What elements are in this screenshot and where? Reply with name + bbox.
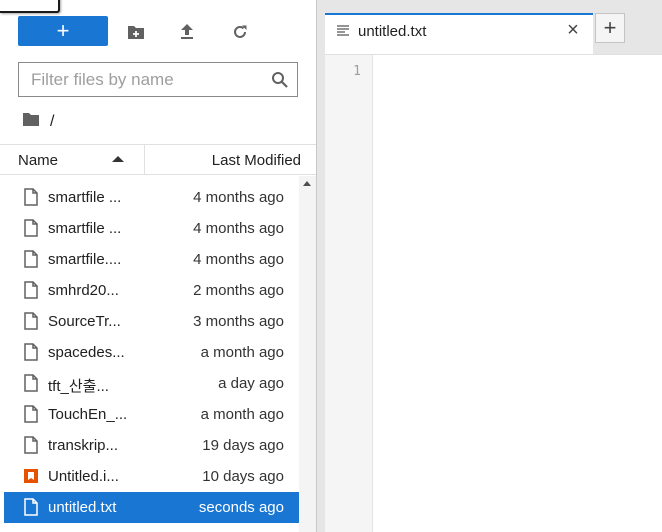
file-row[interactable]: smartfile ... 4 months ago bbox=[4, 213, 299, 244]
breadcrumb-root[interactable]: / bbox=[50, 113, 54, 131]
file-list-header: Name Last Modified bbox=[0, 144, 316, 175]
scroll-up-arrow-icon[interactable] bbox=[303, 181, 311, 186]
file-row[interactable]: tft_산출... a day ago bbox=[4, 368, 299, 399]
file-modified: 19 days ago bbox=[202, 437, 284, 454]
file-name: SourceTr... bbox=[48, 313, 121, 330]
tab-untitled-txt[interactable]: untitled.txt × bbox=[325, 13, 593, 54]
file-name: tft_산출... bbox=[48, 378, 109, 395]
file-name: smartfile.... bbox=[48, 251, 122, 268]
file-icon bbox=[22, 498, 40, 516]
notebook-icon bbox=[22, 467, 40, 485]
column-header-name[interactable]: Name bbox=[0, 145, 145, 174]
refresh-icon[interactable] bbox=[230, 22, 250, 42]
file-icon bbox=[22, 219, 40, 237]
filter-files-input[interactable] bbox=[19, 63, 259, 96]
file-name: transkrip... bbox=[48, 437, 119, 454]
upload-icon[interactable] bbox=[177, 22, 197, 42]
file-row[interactable]: smartfile.... 4 months ago bbox=[4, 244, 299, 275]
file-modified: a day ago bbox=[218, 375, 284, 392]
file-row[interactable]: Untitled.i... 10 days ago bbox=[4, 461, 299, 492]
file-icon bbox=[22, 405, 40, 423]
new-launcher-button[interactable]: + bbox=[18, 16, 108, 46]
file-row[interactable]: TouchEn_... a month ago bbox=[4, 399, 299, 430]
file-name: smhrd20... bbox=[48, 282, 119, 299]
file-row[interactable]: smartfile ... 4 months ago bbox=[4, 182, 299, 213]
file-row[interactable]: untitled.txt seconds ago bbox=[4, 492, 299, 523]
line-number: 1 bbox=[353, 64, 361, 79]
file-name: smartfile ... bbox=[48, 189, 122, 206]
tab-title: untitled.txt bbox=[358, 23, 427, 40]
file-list-scrollbar[interactable] bbox=[299, 176, 316, 532]
file-modified: a month ago bbox=[200, 344, 284, 361]
file-icon bbox=[22, 436, 40, 454]
close-icon[interactable]: × bbox=[563, 19, 583, 41]
file-name: TouchEn_... bbox=[48, 406, 128, 423]
file-icon bbox=[22, 343, 40, 361]
file-modified: 10 days ago bbox=[202, 468, 284, 485]
file-browser-panel: + / bbox=[0, 0, 316, 532]
breadcrumb: / bbox=[22, 112, 54, 132]
file-name: Untitled.i... bbox=[48, 468, 119, 485]
file-modified: 4 months ago bbox=[193, 251, 284, 268]
file-icon bbox=[22, 188, 40, 206]
text-editor[interactable]: 1 bbox=[325, 54, 662, 532]
add-tab-button[interactable]: + bbox=[595, 13, 625, 43]
file-name: smartfile ... bbox=[48, 220, 122, 237]
file-row[interactable]: spacedes... a month ago bbox=[4, 337, 299, 368]
file-modified: a month ago bbox=[200, 406, 284, 423]
file-modified: 4 months ago bbox=[193, 189, 284, 206]
new-folder-icon[interactable] bbox=[126, 22, 146, 42]
popup-edge bbox=[0, 0, 60, 13]
file-modified: seconds ago bbox=[198, 499, 284, 516]
file-name: spacedes... bbox=[48, 344, 125, 361]
text-file-icon bbox=[336, 24, 350, 38]
sort-ascending-icon bbox=[112, 156, 124, 162]
file-modified: 4 months ago bbox=[193, 220, 284, 237]
file-icon bbox=[22, 312, 40, 330]
file-modified: 3 months ago bbox=[193, 313, 284, 330]
folder-icon[interactable] bbox=[22, 112, 40, 132]
file-modified: 2 months ago bbox=[193, 282, 284, 299]
file-row[interactable]: transkrip... 19 days ago bbox=[4, 430, 299, 461]
file-icon bbox=[22, 250, 40, 268]
file-icon bbox=[22, 374, 40, 392]
line-number-gutter: 1 bbox=[325, 55, 373, 532]
column-header-last-modified[interactable]: Last Modified bbox=[212, 152, 301, 169]
column-name-label: Name bbox=[18, 152, 59, 169]
file-name: untitled.txt bbox=[48, 499, 117, 516]
file-row[interactable]: smhrd20... 2 months ago bbox=[4, 275, 299, 306]
file-list: smartfile ... 4 months ago smartfile ... 4 … bbox=[4, 176, 299, 532]
file-row[interactable]: SourceTr... 3 months ago bbox=[4, 306, 299, 337]
filter-box bbox=[18, 62, 298, 97]
search-icon bbox=[271, 71, 289, 89]
file-icon bbox=[22, 281, 40, 299]
